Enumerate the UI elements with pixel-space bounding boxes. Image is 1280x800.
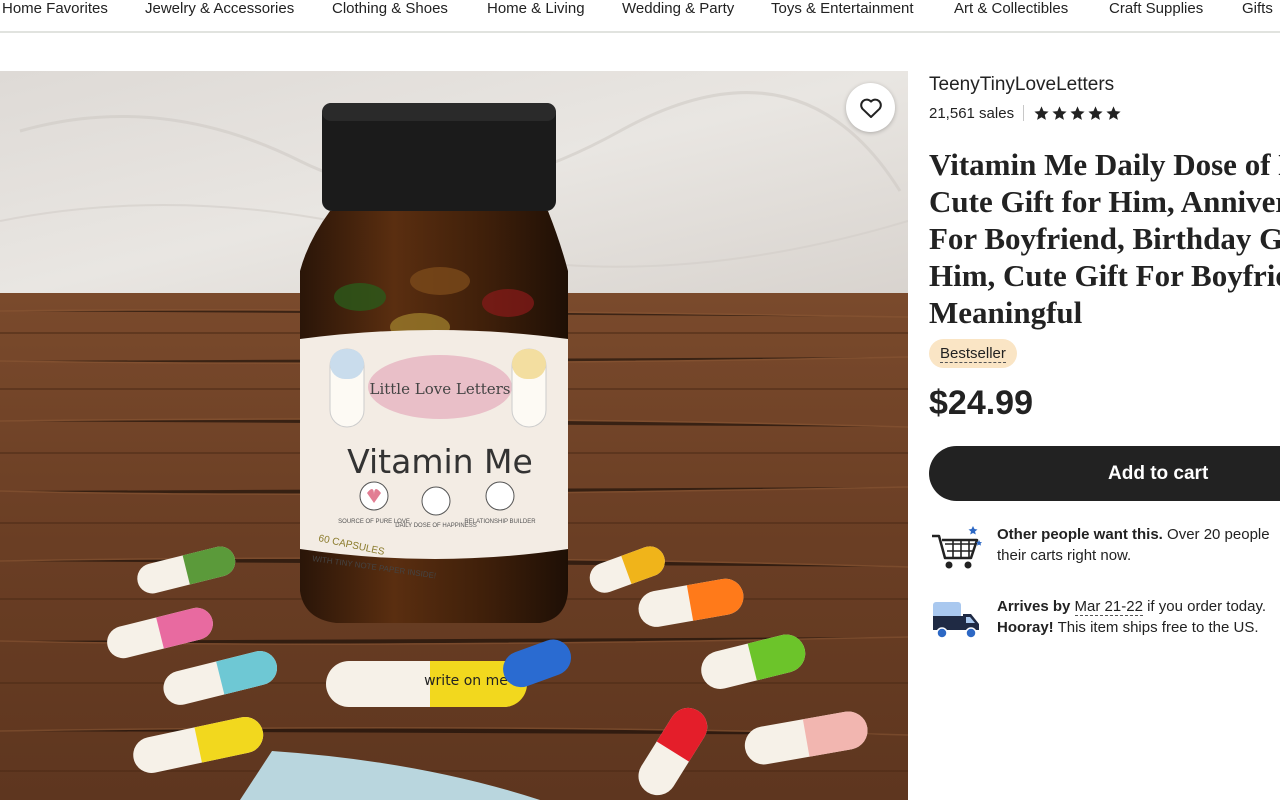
delivery-truck-icon (933, 602, 979, 639)
listing-info-panel: TeenyTinyLoveLetters 21,561 sales Vitami… (929, 71, 1280, 800)
category-wedding-party[interactable]: Wedding & Party (622, 0, 734, 20)
product-image[interactable]: Little Love Letters Vitamin Me SOURCE OF… (0, 71, 908, 800)
category-art-collectibles[interactable]: Art & Collectibles (954, 0, 1068, 20)
listing-title: Vitamin Me Daily Dose of Love Cute Gift … (929, 146, 1280, 331)
star-icon (1106, 105, 1121, 120)
demand-notice-line2: their carts right now. (997, 547, 1132, 564)
shipping-notice: Arrives by Mar 21-22 if you order today.… (929, 596, 1280, 644)
shop-rating-stars[interactable] (1033, 105, 1122, 122)
hooray-rest: This item ships free to the US. (1053, 619, 1259, 636)
category-jewelry-accessories[interactable]: Jewelry & Accessories (145, 0, 294, 20)
jar-label-product: Vitamin Me (347, 442, 533, 481)
product-photo-illustration: Little Love Letters Vitamin Me SOURCE OF… (0, 71, 908, 800)
star-icon (1088, 105, 1103, 120)
demand-notice: Other people want this. Over 20 people t… (929, 524, 1280, 572)
demand-notice-text: Other people want this. Over 20 people t… (997, 524, 1270, 566)
pill-note-text: write on me (424, 673, 508, 689)
category-craft-supplies[interactable]: Craft Supplies (1109, 0, 1203, 20)
category-home-favorites[interactable]: Home Favorites (2, 0, 108, 20)
heart-icon (859, 98, 882, 118)
listing-title-line: Cute Gift for Him, Anniversary (929, 184, 1280, 219)
star-icon (1070, 105, 1085, 120)
divider (1023, 105, 1025, 121)
listing-title-line: Meaningful (929, 295, 1083, 330)
listing-price: $24.99 (929, 384, 1033, 422)
demand-notice-bold: Other people want this. (997, 526, 1163, 543)
jar-label-brand: Little Love Letters (369, 380, 510, 398)
bestseller-badge-label: Bestseller (940, 345, 1006, 363)
jar-label-icon-3: RELATIONSHIP BUILDER (464, 519, 536, 525)
listing-title-line: For Boyfriend, Birthday Gift (929, 221, 1280, 256)
category-clothing-shoes[interactable]: Clothing & Shoes (332, 0, 448, 20)
shop-name-link[interactable]: TeenyTinyLoveLetters (929, 74, 1114, 96)
hooray-bold: Hooray! (997, 619, 1054, 636)
demand-notice-rest: Over 20 people (1162, 526, 1270, 543)
arrival-date-link[interactable]: Mar 21-22 (1074, 598, 1143, 616)
listing-title-line: Vitamin Me Daily Dose of Love (929, 147, 1280, 182)
arrives-suffix: if you order today. (1142, 598, 1267, 615)
star-icon (1052, 105, 1067, 120)
category-nav: Home Favorites Jewelry & Accessories Clo… (0, 0, 1280, 33)
shop-stats: 21,561 sales (929, 103, 1122, 123)
arrives-prefix: Arrives by (997, 598, 1075, 615)
shipping-notice-text: Arrives by Mar 21-22 if you order today.… (997, 596, 1266, 638)
listing-title-line: Him, Cute Gift For Boyfriend (929, 258, 1280, 293)
add-to-cart-button[interactable]: Add to cart (929, 446, 1280, 501)
favorite-button[interactable] (846, 83, 895, 132)
category-home-living[interactable]: Home & Living (487, 0, 585, 20)
category-toys-entertainment[interactable]: Toys & Entertainment (771, 0, 914, 20)
star-icon (1034, 105, 1049, 120)
bestseller-badge[interactable]: Bestseller (929, 339, 1017, 368)
shopping-cart-icon (932, 526, 982, 569)
shop-sales-count: 21,561 sales (929, 104, 1015, 122)
category-gifts[interactable]: Gifts (1242, 0, 1273, 20)
